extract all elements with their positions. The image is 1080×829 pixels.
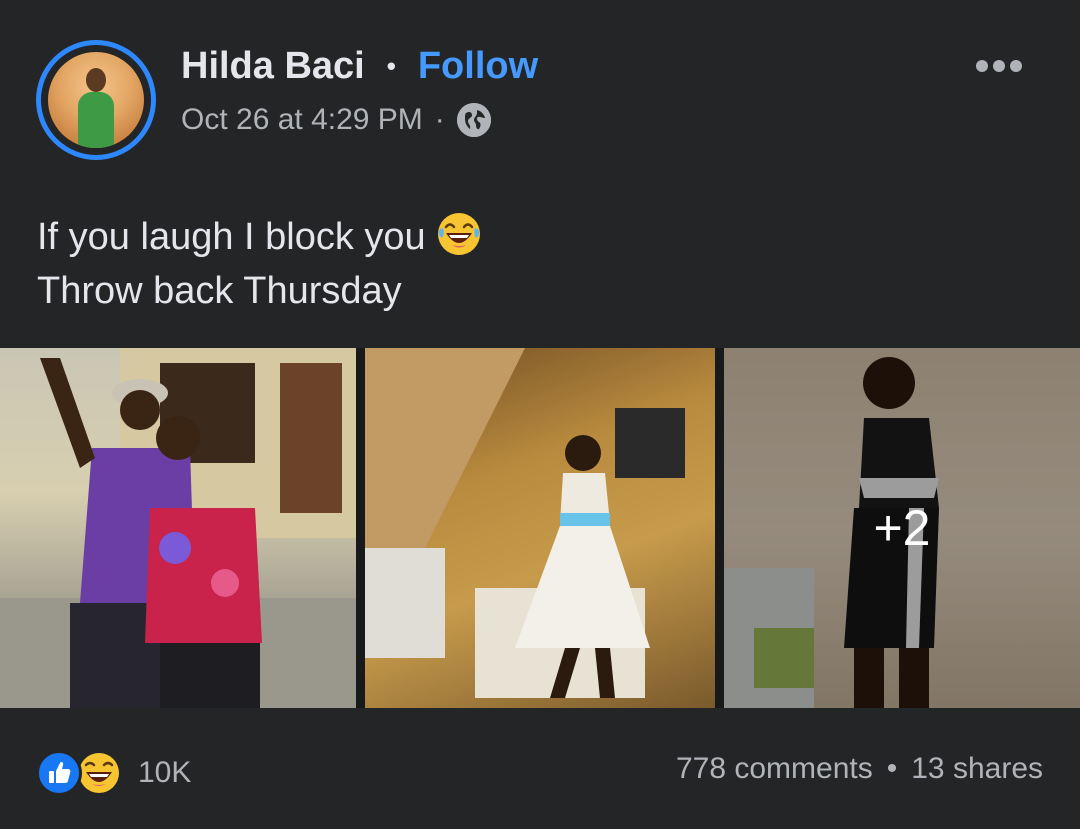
post-text-line-2: Throw back Thursday	[37, 270, 402, 312]
like-icon	[36, 750, 82, 796]
facebook-post: Hilda Baci • Follow Oct 26 at 4:29 PM · …	[0, 0, 1080, 829]
follow-button[interactable]: Follow	[418, 44, 538, 88]
more-photos-overlay[interactable]: +2	[724, 348, 1080, 708]
engagement-separator: •	[886, 752, 898, 785]
more-options-icon[interactable]	[966, 48, 1032, 84]
reactions-summary[interactable]: 10K	[36, 748, 191, 798]
laughing-tears-emoji-icon	[437, 213, 480, 255]
photo-3[interactable]: +2	[724, 348, 1080, 708]
photo-2[interactable]	[365, 348, 715, 708]
photo-1[interactable]	[0, 348, 356, 708]
comments-count[interactable]: 778 comments	[676, 752, 873, 786]
reaction-count: 10K	[138, 756, 192, 789]
post-text-line-1: If you laugh I block you	[37, 210, 482, 264]
globe-icon[interactable]	[456, 103, 491, 137]
shares-count[interactable]: 13 shares	[911, 752, 1043, 786]
author-row: Hilda Baci • Follow	[181, 44, 538, 88]
engagement-summary: 778 comments • 13 shares	[676, 752, 1043, 786]
profile-avatar[interactable]	[36, 40, 156, 160]
post-meta: Oct 26 at 4:29 PM ·	[181, 100, 491, 140]
photo-grid: +2	[0, 348, 1080, 708]
avatar-image	[48, 52, 144, 148]
author-name[interactable]: Hilda Baci	[181, 44, 365, 88]
name-separator: •	[386, 51, 396, 81]
post-timestamp[interactable]: Oct 26 at 4:29 PM	[181, 100, 423, 140]
more-photos-count: +2	[873, 500, 931, 556]
meta-separator: ·	[434, 103, 445, 136]
post-text-line-1-content: If you laugh I block you	[37, 216, 426, 258]
post-text: If you laugh I block you Throw back Thur…	[37, 210, 482, 318]
